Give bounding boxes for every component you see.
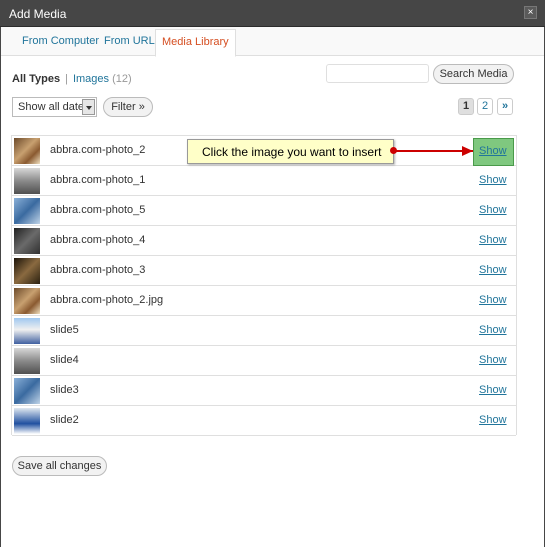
media-row: abbra.com-photo_3 Show [12, 256, 516, 286]
media-row: slide4 Show [12, 346, 516, 376]
media-thumbnail[interactable] [14, 408, 40, 434]
show-link[interactable]: Show [479, 324, 507, 336]
page-1-button[interactable]: 1 [458, 98, 474, 115]
show-link[interactable]: Show [479, 174, 507, 186]
media-filename: slide4 [50, 354, 79, 366]
show-link[interactable]: Show [479, 414, 507, 426]
callout-arrow-head [462, 146, 473, 156]
media-filename: abbra.com-photo_1 [50, 174, 146, 186]
media-thumbnail[interactable] [14, 138, 40, 164]
filter-button[interactable]: Filter » [103, 97, 153, 117]
callout-arrow-dot [390, 147, 397, 154]
window-title: Add Media [9, 7, 67, 21]
title-bar: Add Media × [0, 0, 545, 27]
save-all-changes-button[interactable]: Save all changes [12, 456, 107, 476]
media-thumbnail[interactable] [14, 318, 40, 344]
instruction-callout: Click the image you want to insert [187, 139, 394, 164]
show-link[interactable]: Show [479, 354, 507, 366]
media-thumbnail[interactable] [14, 378, 40, 404]
tab-from-computer[interactable]: From Computer [22, 35, 99, 47]
tab-from-url[interactable]: From URL [104, 35, 155, 47]
media-filename: slide2 [50, 414, 79, 426]
media-thumbnail[interactable] [14, 348, 40, 374]
show-link[interactable]: Show [479, 384, 507, 396]
tab-media-library[interactable]: Media Library [155, 29, 236, 57]
dialog-body: From Computer From URL Media Library All… [1, 27, 544, 547]
close-button[interactable]: × [524, 6, 537, 19]
media-filename: slide5 [50, 324, 79, 336]
media-row: abbra.com-photo_4 Show [12, 226, 516, 256]
date-select-value: Show all dates [18, 101, 90, 113]
media-filename: slide3 [50, 384, 79, 396]
filter-all-types[interactable]: All Types [12, 73, 60, 85]
media-row: slide2 Show [12, 406, 516, 436]
callout-arrow-line [393, 150, 473, 152]
tab-bar: From Computer From URL Media Library [1, 27, 544, 57]
media-list: abbra.com-photo_2 Show abbra.com-photo_1 Sh… [11, 135, 517, 436]
show-link[interactable]: Show [479, 204, 507, 216]
media-filename: abbra.com-photo_2 [50, 144, 146, 156]
show-link[interactable]: Show [479, 264, 507, 276]
page-2-button[interactable]: 2 [477, 98, 493, 115]
search-input[interactable] [326, 64, 429, 83]
date-select[interactable]: Show all dates [12, 97, 97, 117]
media-row: abbra.com-photo_5 Show [12, 196, 516, 226]
media-filename: abbra.com-photo_2.jpg [50, 294, 164, 306]
media-row: slide3 Show [12, 376, 516, 406]
media-thumbnail[interactable] [14, 168, 40, 194]
chevron-down-icon[interactable] [82, 99, 95, 115]
media-row: slide5 Show [12, 316, 516, 346]
media-thumbnail[interactable] [14, 228, 40, 254]
show-link[interactable]: Show [479, 234, 507, 246]
filter-separator: | [65, 73, 68, 85]
media-filename: abbra.com-photo_4 [50, 234, 146, 246]
media-row: abbra.com-photo_1 Show [12, 166, 516, 196]
show-link[interactable]: Show [473, 138, 514, 166]
search-media-button[interactable]: Search Media [433, 64, 514, 84]
media-thumbnail[interactable] [14, 198, 40, 224]
media-thumbnail[interactable] [14, 258, 40, 284]
images-count: (12) [112, 73, 132, 85]
show-link[interactable]: Show [479, 294, 507, 306]
filter-images[interactable]: Images [73, 73, 109, 85]
media-filename: abbra.com-photo_5 [50, 204, 146, 216]
media-filename: abbra.com-photo_3 [50, 264, 146, 276]
add-media-window: Add Media × From Computer From URL Media… [0, 0, 545, 547]
media-row: abbra.com-photo_2.jpg Show [12, 286, 516, 316]
media-thumbnail[interactable] [14, 288, 40, 314]
type-filter: All Types | Images (12) [12, 73, 132, 85]
next-page-button[interactable]: » [497, 98, 513, 115]
